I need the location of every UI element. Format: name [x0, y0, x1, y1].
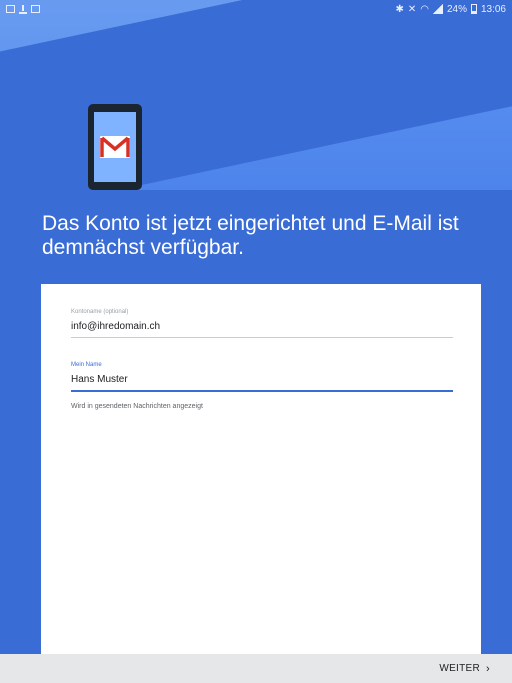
- download-icon: [19, 4, 27, 14]
- account-name-field[interactable]: Kontoname (optional) info@ihredomain.ch: [71, 309, 453, 338]
- status-right-icons: ✱ ✕ ◠ 24% 13:06: [395, 4, 506, 15]
- my-name-label: Mein Name: [71, 362, 102, 368]
- next-button[interactable]: WEITER ›: [439, 663, 490, 674]
- device-screen: [94, 112, 136, 182]
- status-time: 13:06: [480, 3, 506, 15]
- battery-icon: [470, 4, 477, 14]
- gmail-envelope-icon: [100, 136, 130, 158]
- chevron-right-icon: ›: [486, 662, 490, 675]
- my-name-field[interactable]: Mein Name Hans Muster: [71, 362, 453, 392]
- mute-icon: ✕: [407, 3, 417, 15]
- signal-icon: [432, 4, 443, 14]
- account-name-underline: [71, 337, 453, 338]
- my-name-underline: [71, 390, 453, 392]
- gmail-device-icon: [88, 104, 142, 190]
- name-helper-text: Wird in gesendeten Nachrichten angezeigt: [71, 403, 203, 410]
- bluetooth-icon: ✱: [395, 3, 404, 15]
- account-settings-card: Kontoname (optional) info@ihredomain.ch …: [41, 284, 481, 654]
- bottom-action-bar: WEITER ›: [0, 654, 512, 683]
- battery-percent: 24%: [446, 3, 467, 15]
- image-icon: [6, 5, 15, 13]
- account-name-input[interactable]: info@ihredomain.ch: [71, 321, 453, 332]
- account-name-label: Kontoname (optional): [71, 309, 129, 315]
- my-name-input[interactable]: Hans Muster: [71, 374, 453, 385]
- status-bar: ✱ ✕ ◠ 24% 13:06: [0, 0, 512, 18]
- setup-complete-headline: Das Konto ist jetzt eingerichtet und E-M…: [42, 212, 459, 259]
- hero-background: [0, 0, 512, 190]
- next-button-label: WEITER: [439, 663, 481, 674]
- image-icon: [31, 5, 40, 13]
- status-left-icons: [6, 4, 40, 14]
- wifi-icon: ◠: [420, 3, 429, 15]
